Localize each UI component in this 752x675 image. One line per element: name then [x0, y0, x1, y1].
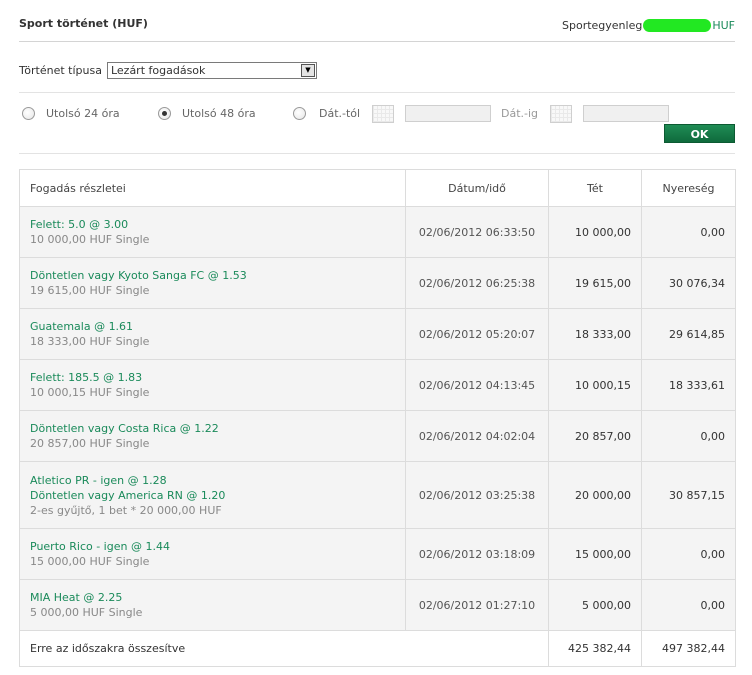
bet-stake: 10 000,00 — [548, 206, 642, 258]
bet-summary: 18 333,00 HUF Single — [30, 335, 150, 348]
bet-summary: 2-es gyűjtő, 1 bet * 20 000,00 HUF — [30, 503, 222, 517]
divider — [19, 92, 735, 93]
header-winnings: Nyereség — [641, 169, 736, 207]
radio-last-24h[interactable] — [22, 107, 35, 120]
header-date: Dátum/idő — [405, 169, 549, 207]
bet-winnings: 18 333,61 — [641, 359, 736, 411]
bet-selection-link[interactable]: Atletico PR - igen @ 1.28 — [30, 473, 404, 488]
header-details: Fogadás részletei — [19, 169, 406, 207]
bet-history-table: Fogadás részletei Dátum/idő Tét Nyereség… — [19, 169, 736, 667]
balance-amount-redacted — [643, 19, 712, 32]
date-to-input[interactable] — [583, 105, 669, 122]
bet-selection-link[interactable]: MIA Heat @ 2.25 — [30, 590, 404, 605]
bet-winnings: 0,00 — [641, 206, 736, 258]
bet-winnings: 29 614,85 — [641, 308, 736, 360]
bet-winnings: 0,00 — [641, 528, 736, 580]
bet-date: 02/06/2012 01:27:10 — [405, 579, 549, 631]
sport-balance: Sportegyenleg HUF — [562, 19, 735, 32]
radio-date-range[interactable] — [293, 107, 306, 120]
radio-last-48h[interactable] — [158, 107, 171, 120]
bet-stake: 15 000,00 — [548, 528, 642, 580]
balance-label: Sportegyenleg — [562, 19, 643, 32]
bet-summary: 10 000,00 HUF Single — [30, 233, 150, 246]
bet-date: 02/06/2012 04:02:04 — [405, 410, 549, 462]
bet-date: 02/06/2012 06:33:50 — [405, 206, 549, 258]
table-header-row: Fogadás részletei Dátum/idő Tét Nyereség — [19, 169, 736, 207]
bet-selection-link[interactable]: Döntetlen vagy Kyoto Sanga FC @ 1.53 — [30, 268, 404, 283]
bet-details: Guatemala @ 1.61 18 333,00 HUF Single — [19, 308, 406, 360]
total-stake: 425 382,44 — [548, 630, 642, 667]
bet-summary: 15 000,00 HUF Single — [30, 555, 150, 568]
table-row: Felett: 185.5 @ 1.83 10 000,15 HUF Singl… — [19, 359, 736, 411]
balance-currency[interactable]: HUF — [712, 19, 735, 32]
calendar-to-icon[interactable] — [550, 105, 572, 123]
bet-selection-link[interactable]: Felett: 185.5 @ 1.83 — [30, 370, 404, 385]
date-from-input[interactable] — [405, 105, 491, 122]
table-row: Guatemala @ 1.61 18 333,00 HUF Single 02… — [19, 308, 736, 360]
date-to-label: Dát.-ig — [501, 107, 539, 120]
bet-stake: 20 000,00 — [548, 461, 642, 529]
bet-stake: 19 615,00 — [548, 257, 642, 309]
bet-selection-link[interactable]: Döntetlen vagy Costa Rica @ 1.22 — [30, 421, 404, 436]
total-winnings: 497 382,44 — [641, 630, 736, 667]
bet-selection-link[interactable]: Puerto Rico - igen @ 1.44 — [30, 539, 404, 554]
radio-last-48h-label[interactable]: Utolsó 48 óra — [182, 107, 256, 120]
bet-stake: 5 000,00 — [548, 579, 642, 631]
bet-date: 02/06/2012 03:25:38 — [405, 461, 549, 529]
bet-details: Felett: 5.0 @ 3.00 10 000,00 HUF Single — [19, 206, 406, 258]
bet-stake: 10 000,15 — [548, 359, 642, 411]
date-from-label: Dát.-tól — [319, 107, 361, 120]
history-type-select[interactable]: Lezárt fogadások ▼ — [106, 62, 317, 79]
bet-date: 02/06/2012 05:20:07 — [405, 308, 549, 360]
bet-selection-link[interactable]: Guatemala @ 1.61 — [30, 319, 404, 334]
bet-winnings: 0,00 — [641, 579, 736, 631]
bet-details: Döntetlen vagy Costa Rica @ 1.22 20 857,… — [19, 410, 406, 462]
bet-stake: 20 857,00 — [548, 410, 642, 462]
bet-summary: 10 000,15 HUF Single — [30, 386, 150, 399]
history-type-label: Történet típusa — [19, 64, 102, 77]
period-filter: Utolsó 24 óra Utolsó 48 óra Dát.-tól Dát… — [19, 103, 735, 125]
table-row: Puerto Rico - igen @ 1.44 15 000,00 HUF … — [19, 528, 736, 580]
bet-details: Döntetlen vagy Kyoto Sanga FC @ 1.53 19 … — [19, 257, 406, 309]
calendar-from-icon[interactable] — [372, 105, 394, 123]
total-label: Erre az időszakra összesítve — [19, 630, 549, 667]
bet-stake: 18 333,00 — [548, 308, 642, 360]
table-row: Döntetlen vagy Kyoto Sanga FC @ 1.53 19 … — [19, 257, 736, 309]
bet-details: Atletico PR - igen @ 1.28 Döntetlen vagy… — [19, 461, 406, 529]
header-stake: Tét — [548, 169, 642, 207]
table-row: Atletico PR - igen @ 1.28 Döntetlen vagy… — [19, 461, 736, 529]
bet-details: Felett: 185.5 @ 1.83 10 000,15 HUF Singl… — [19, 359, 406, 411]
bet-selection-link[interactable]: Döntetlen vagy America RN @ 1.20 — [30, 488, 404, 503]
bet-winnings: 30 076,34 — [641, 257, 736, 309]
bet-details: Puerto Rico - igen @ 1.44 15 000,00 HUF … — [19, 528, 406, 580]
bet-details: MIA Heat @ 2.25 5 000,00 HUF Single — [19, 579, 406, 631]
radio-last-24h-label[interactable]: Utolsó 24 óra — [46, 107, 120, 120]
bet-summary: 20 857,00 HUF Single — [30, 437, 150, 450]
bet-date: 02/06/2012 06:25:38 — [405, 257, 549, 309]
history-type-row: Történet típusa Lezárt fogadások ▼ — [19, 62, 317, 79]
bet-date: 02/06/2012 04:13:45 — [405, 359, 549, 411]
bet-summary: 5 000,00 HUF Single — [30, 606, 143, 619]
total-row: Erre az időszakra összesítve 425 382,44 … — [19, 630, 736, 667]
table-row: MIA Heat @ 2.25 5 000,00 HUF Single 02/0… — [19, 579, 736, 631]
chevron-down-icon[interactable]: ▼ — [300, 64, 315, 77]
ok-button[interactable]: OK — [664, 124, 735, 143]
page-title: Sport történet (HUF) — [19, 17, 148, 30]
history-type-value: Lezárt fogadások — [110, 64, 206, 77]
bet-summary: 19 615,00 HUF Single — [30, 284, 150, 297]
bet-winnings: 30 857,15 — [641, 461, 736, 529]
table-row: Döntetlen vagy Costa Rica @ 1.22 20 857,… — [19, 410, 736, 462]
bet-winnings: 0,00 — [641, 410, 736, 462]
bet-selection-link[interactable]: Felett: 5.0 @ 3.00 — [30, 217, 404, 232]
page-header: Sport történet (HUF) Sportegyenleg HUF — [19, 0, 735, 42]
table-row: Felett: 5.0 @ 3.00 10 000,00 HUF Single … — [19, 206, 736, 258]
divider — [19, 153, 735, 154]
bet-date: 02/06/2012 03:18:09 — [405, 528, 549, 580]
